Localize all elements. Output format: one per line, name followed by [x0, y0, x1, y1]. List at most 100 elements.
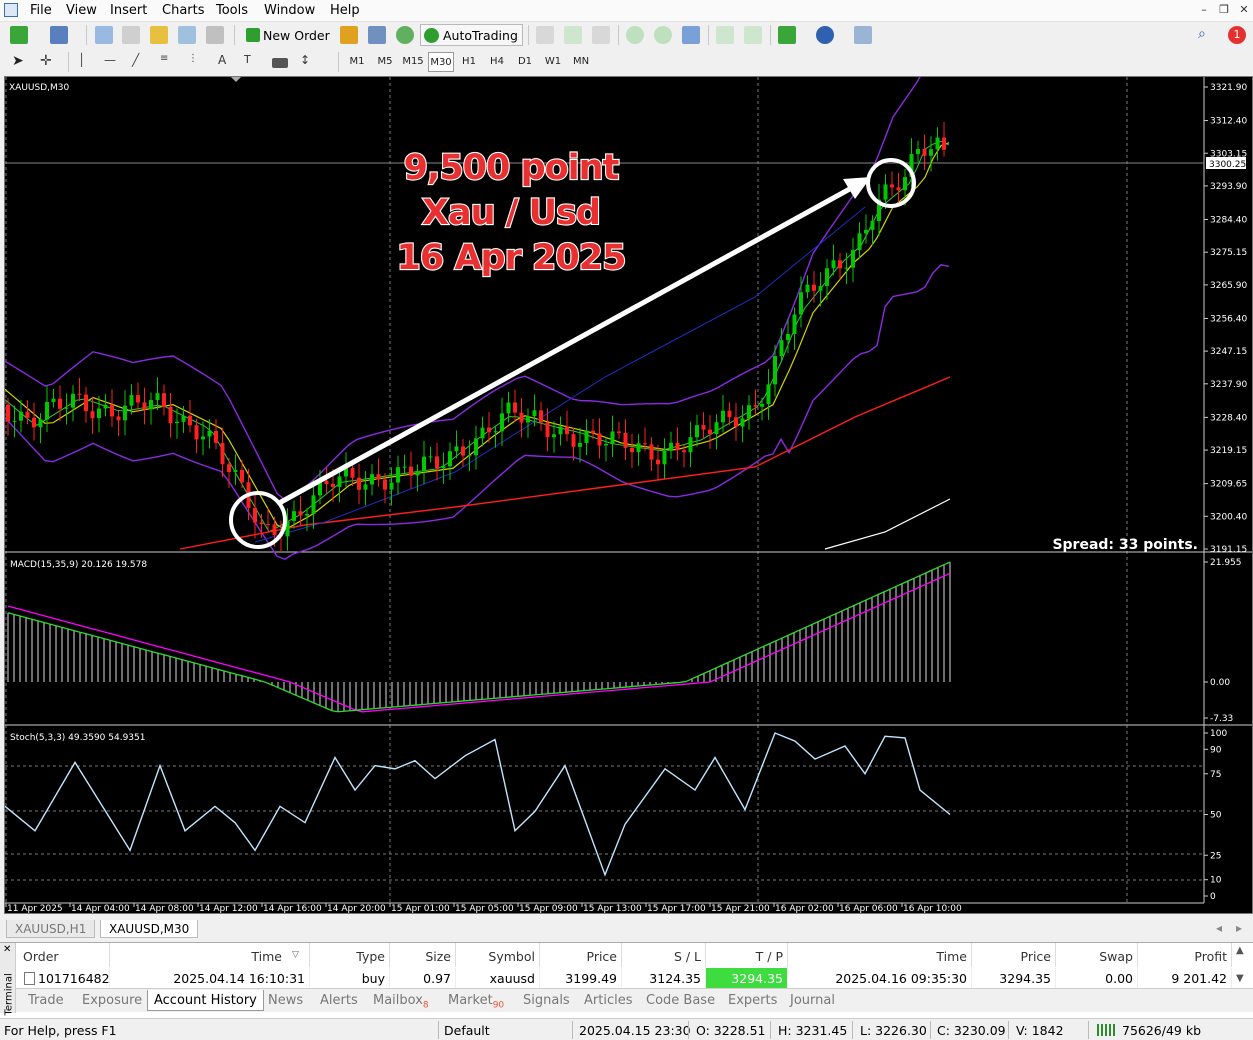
terminal-icon[interactable]	[178, 26, 196, 44]
price-tick-label: 3228.40	[1210, 413, 1247, 423]
menu-charts[interactable]: Charts	[162, 3, 205, 18]
tab-code-base[interactable]: Code Base	[640, 990, 721, 1011]
menu-insert[interactable]: Insert	[110, 3, 147, 18]
price-tick-label: 3209.65	[1210, 480, 1247, 490]
candle-body	[831, 260, 836, 269]
col-size[interactable]: Size	[390, 943, 456, 967]
candle-body	[610, 431, 615, 445]
tab-account-history[interactable]: Account History	[147, 990, 264, 1011]
tester-icon[interactable]	[206, 26, 224, 44]
chart-tab-m30[interactable]: XAUUSD,M30	[100, 920, 199, 938]
col-close-price[interactable]: Price	[972, 943, 1056, 967]
meta-editor-icon[interactable]	[340, 26, 358, 44]
channel-icon[interactable]: ≡	[160, 53, 178, 71]
tf-w1[interactable]: W1	[540, 52, 566, 72]
tf-mn[interactable]: MN	[568, 52, 594, 72]
close-terminal-icon[interactable]: ✕	[3, 944, 11, 955]
spread-label: Spread: 33 points.	[1052, 537, 1198, 553]
tf-h1[interactable]: H1	[456, 52, 482, 72]
col-close-time[interactable]: Time	[788, 943, 972, 967]
fibonacci-icon[interactable]: ⋮	[188, 53, 206, 71]
cursor-icon[interactable]: ➤	[12, 53, 30, 71]
cell-close-price: 3294.35	[972, 968, 1056, 990]
tf-m15[interactable]: M15	[400, 52, 426, 72]
navigator-icon[interactable]	[150, 26, 168, 44]
tab-mailbox[interactable]: Mailbox8	[367, 990, 435, 1011]
col-symbol[interactable]: Symbol	[456, 943, 540, 967]
arrows-icon[interactable]: ↕	[300, 53, 318, 71]
tile-windows-icon[interactable]	[682, 26, 700, 44]
tf-d1[interactable]: D1	[512, 52, 538, 72]
bar-chart-icon[interactable]	[536, 26, 554, 44]
tab-experts[interactable]: Experts	[722, 990, 783, 1011]
candlestick-icon[interactable]	[564, 26, 582, 44]
tf-h4[interactable]: H4	[484, 52, 510, 72]
candle-body	[786, 333, 790, 341]
data-window-icon[interactable]	[122, 26, 140, 44]
minimize-icon[interactable]: –	[1196, 3, 1212, 18]
scroll-down-icon[interactable]: ▼	[1236, 973, 1244, 984]
tf-m5[interactable]: M5	[372, 52, 398, 72]
tabs-left-icon[interactable]: ◂	[1216, 921, 1222, 935]
close-icon[interactable]: ✕	[1236, 3, 1252, 18]
candle-body	[97, 408, 101, 419]
candle-body	[851, 250, 855, 268]
templates-icon[interactable]	[854, 26, 872, 44]
col-profit[interactable]: Profit	[1138, 943, 1232, 967]
chart-shift-icon[interactable]	[744, 26, 762, 44]
col-swap[interactable]: Swap	[1056, 943, 1138, 967]
menu-file[interactable]: File	[30, 3, 52, 18]
crosshair-icon[interactable]: ✛	[40, 53, 58, 71]
zoom-out-icon[interactable]	[654, 26, 672, 44]
menu-help[interactable]: Help	[330, 3, 360, 18]
rectangle-icon[interactable]	[272, 58, 288, 68]
auto-scroll-icon[interactable]	[716, 26, 734, 44]
tab-alerts[interactable]: Alerts	[314, 990, 364, 1011]
vertical-line-icon[interactable]: │	[78, 53, 96, 71]
profiles-icon[interactable]	[50, 26, 68, 44]
zoom-in-icon[interactable]	[626, 26, 644, 44]
signals-icon[interactable]	[396, 26, 414, 44]
search-icon[interactable]: ⌕	[1198, 26, 1212, 44]
mql-icon[interactable]	[368, 26, 386, 44]
menu-tools[interactable]: Tools	[216, 3, 248, 18]
market-watch-icon[interactable]	[95, 26, 113, 44]
tab-news[interactable]: News	[262, 990, 309, 1011]
notification-badge[interactable]: 1	[1228, 26, 1246, 44]
scroll-up-icon[interactable]: ▲	[1236, 945, 1244, 956]
tab-articles[interactable]: Articles	[578, 990, 638, 1011]
periods-icon[interactable]	[816, 26, 834, 44]
tab-journal[interactable]: Journal	[784, 990, 841, 1011]
price-tick-label: 3256.40	[1210, 314, 1247, 324]
chart-tab-h1[interactable]: XAUUSD,H1	[6, 920, 96, 938]
horizontal-line-icon[interactable]: —	[104, 53, 122, 71]
trendline-icon[interactable]: ╱	[132, 53, 150, 71]
chart-window[interactable]: 3321.90 3312.40 3303.15 3293.90 3284.40 3275.…	[4, 18, 1253, 914]
col-type[interactable]: Type	[310, 943, 390, 967]
tab-trade[interactable]: Trade	[22, 990, 70, 1011]
candle-body	[890, 184, 894, 188]
candle-body	[532, 410, 537, 417]
indicators-icon[interactable]	[778, 26, 796, 44]
line-chart-icon[interactable]	[592, 26, 610, 44]
tab-market[interactable]: Market90	[442, 990, 510, 1011]
chart-canvas[interactable]: 3321.903312.403303.153293.903284.403275.…	[4, 18, 1252, 914]
text-label-icon[interactable]: T	[244, 53, 262, 71]
menu-window[interactable]: Window	[264, 3, 315, 18]
col-sl[interactable]: S / L	[622, 943, 706, 967]
tab-exposure[interactable]: Exposure	[76, 990, 148, 1011]
time-tick-label: 16 Apr 06:00	[839, 904, 898, 913]
restore-icon[interactable]: ❐	[1216, 3, 1232, 18]
col-time[interactable]: Time	[110, 943, 310, 967]
tab-signals[interactable]: Signals	[517, 990, 576, 1011]
col-order[interactable]: Order	[16, 943, 110, 967]
col-tp[interactable]: T / P	[706, 943, 788, 967]
tf-m1[interactable]: M1	[344, 52, 370, 72]
tf-m30[interactable]: M30	[428, 52, 454, 72]
tabs-right-icon[interactable]: ▸	[1236, 921, 1242, 935]
menu-view[interactable]: View	[66, 3, 97, 18]
text-icon[interactable]: A	[218, 53, 236, 71]
new-chart-icon[interactable]	[10, 26, 28, 44]
candle-body	[487, 427, 491, 433]
col-price[interactable]: Price	[540, 943, 622, 967]
